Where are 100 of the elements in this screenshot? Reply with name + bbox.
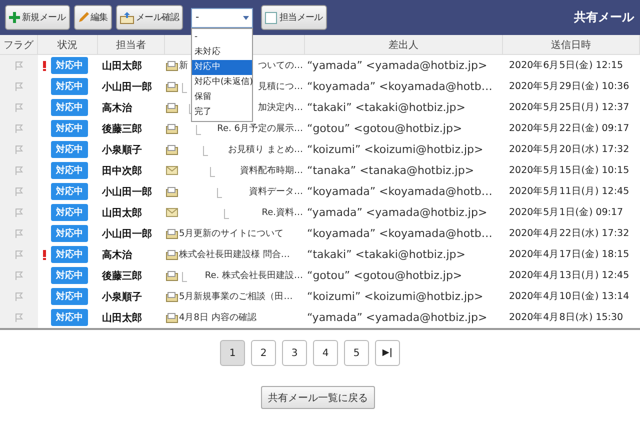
status-badge: 対応中 (51, 141, 88, 158)
page-title: 共有メール (574, 9, 634, 26)
subject-text[interactable]: 見積につ… (258, 80, 303, 93)
assignee-name: 小山田一郎 (100, 227, 153, 240)
assignee-name: 高木治 (101, 101, 133, 114)
status-badge: 対応中 (51, 246, 88, 263)
assignee-name: 小山田一郎 (100, 185, 153, 198)
flag-icon[interactable] (14, 292, 24, 302)
date-text: 2020年5月15日(金) 10:15 (508, 164, 630, 177)
date-text: 2020年5月20日(水) 17:32 (508, 143, 630, 156)
sender-text: “koyamada” <koyamada@hotb… (306, 80, 494, 93)
thread-line (210, 166, 215, 176)
date-text: 2020年5月11日(月) 12:45 (508, 185, 630, 198)
date-text: 2020年5月22日(金) 09:17 (508, 122, 630, 135)
sender-text: “koizumi” <koizumi@hotbiz.jp> (306, 143, 484, 156)
dropdown-option[interactable]: 対応中 (192, 60, 252, 74)
flag-icon[interactable] (14, 124, 24, 134)
assignee-name: 山田太郎 (101, 59, 143, 72)
status-badge: 対応中 (51, 225, 88, 242)
sender-text: “koyamada” <koyamada@hotb… (306, 185, 494, 198)
column-header: 状況 (38, 35, 98, 54)
status-select[interactable]: - (191, 8, 254, 28)
subject-text[interactable]: 株式会社長田建設様 問合… (179, 248, 290, 261)
status-badge: 対応中 (51, 309, 88, 326)
column-header: フラグ (0, 35, 38, 54)
checkbox[interactable] (265, 12, 278, 24)
subject-text[interactable]: Re. 株式会社長田建設… (204, 269, 303, 282)
thread-line (224, 208, 229, 218)
thread-line (203, 146, 208, 156)
column-header: 担当者 (98, 35, 165, 54)
assignee-name: 山田太郎 (101, 206, 143, 220)
subject-text[interactable]: 4月8日 内容の確認 (179, 311, 256, 324)
subject-text[interactable]: 新 (179, 59, 188, 72)
assignee-name: 小泉順子 (100, 144, 143, 156)
subject-text[interactable]: Re. 6月予定の展示… (217, 122, 303, 135)
flag-icon[interactable] (14, 102, 24, 112)
status-badge: 対応中 (51, 120, 88, 137)
status-badge: 対応中 (51, 57, 88, 74)
status-badge: 対応中 (51, 288, 88, 305)
subject-text[interactable]: 加決定内… (258, 101, 303, 114)
subject-text[interactable]: 資料データ… (249, 185, 303, 198)
back-button[interactable]: 共有メール一覧に戻る (261, 386, 375, 409)
date-text: 2020年4月10日(金) 13:14 (508, 290, 630, 303)
flag-icon[interactable] (14, 312, 24, 322)
flag-icon[interactable] (14, 166, 24, 176)
sender-text: “takaki” <takaki@hotbiz.jp> (306, 248, 466, 261)
assignee-name: 高木治 (101, 248, 133, 262)
sender-text: “tanaka” <tanaka@hotbiz.jp> (306, 164, 476, 177)
flag-icon[interactable] (14, 208, 24, 218)
sender-text: “yamada” <yamada@hotbiz.jp> (306, 311, 488, 324)
assignee-name: 山田太郎 (101, 311, 143, 324)
subject-text[interactable]: 資料配布時期… (240, 164, 303, 177)
page-button[interactable]: 2 (251, 340, 276, 366)
status-badge: 対応中 (51, 183, 88, 200)
status-badge: 対応中 (51, 204, 88, 221)
assignee-name: 後藤三郎 (100, 122, 143, 136)
flag-icon[interactable] (14, 250, 24, 260)
page-button[interactable]: 5 (344, 340, 369, 366)
envelope-icon (120, 12, 134, 24)
thread-line (189, 104, 194, 114)
exclamation-icon (42, 60, 46, 70)
flag-icon[interactable] (14, 228, 24, 238)
page-button[interactable]: 4 (313, 340, 338, 366)
page-button[interactable]: 3 (282, 340, 307, 366)
status-badge: 対応中 (51, 162, 88, 179)
date-text: 2020年6月5日(金) 12:15 (508, 59, 624, 72)
column-header: 差出人 (305, 35, 503, 54)
flag-icon[interactable] (14, 82, 24, 92)
flag-icon[interactable] (14, 186, 24, 196)
toolbar-button[interactable]: 編集 (74, 5, 112, 30)
subject-text[interactable]: Re.資料… (262, 206, 303, 219)
assignee-name: 田中次郎 (101, 164, 143, 178)
assignee-name: 後藤三郎 (100, 269, 143, 282)
subject-text[interactable]: 5月新規事業のご相談（田… (179, 290, 293, 303)
subject-text[interactable]: ついての… (258, 59, 303, 72)
sender-text: “yamada” <yamada@hotbiz.jp> (306, 206, 488, 219)
pencil-icon (78, 12, 89, 23)
flag-icon[interactable] (14, 60, 24, 70)
sender-text: “koyamada” <koyamada@hotb… (306, 227, 494, 240)
last-page-button[interactable]: ▶| (375, 340, 400, 366)
date-text: 2020年4月8日(水) 15:30 (508, 311, 624, 324)
date-text: 2020年4月22日(水) 17:32 (508, 227, 630, 240)
status-badge: 対応中 (51, 267, 88, 284)
thread-line (196, 124, 201, 134)
flag-icon[interactable] (14, 144, 24, 154)
toolbar-button[interactable]: メール確認 (116, 5, 184, 30)
thread-line (217, 188, 222, 198)
date-text: 2020年4月13日(月) 12:45 (508, 269, 630, 282)
date-text: 2020年5月29日(金) 10:36 (508, 80, 630, 93)
subject-text[interactable]: 5月更新のサイトについて (179, 227, 284, 240)
date-text: 2020年5月1日(金) 09:17 (508, 206, 624, 219)
assigned-mail-toggle[interactable]: 担当メール (261, 5, 327, 30)
sender-text: “gotou” <gotou@hotbiz.jp> (306, 269, 464, 282)
plus-icon (9, 12, 20, 23)
exclamation-icon (42, 250, 46, 260)
flag-icon[interactable] (14, 270, 24, 280)
subject-text[interactable]: お見積り まとめ… (228, 143, 303, 156)
page-button[interactable]: 1 (220, 340, 245, 366)
assignee-name: 小泉順子 (100, 290, 143, 304)
toolbar-button[interactable]: 新規メール (5, 5, 70, 30)
